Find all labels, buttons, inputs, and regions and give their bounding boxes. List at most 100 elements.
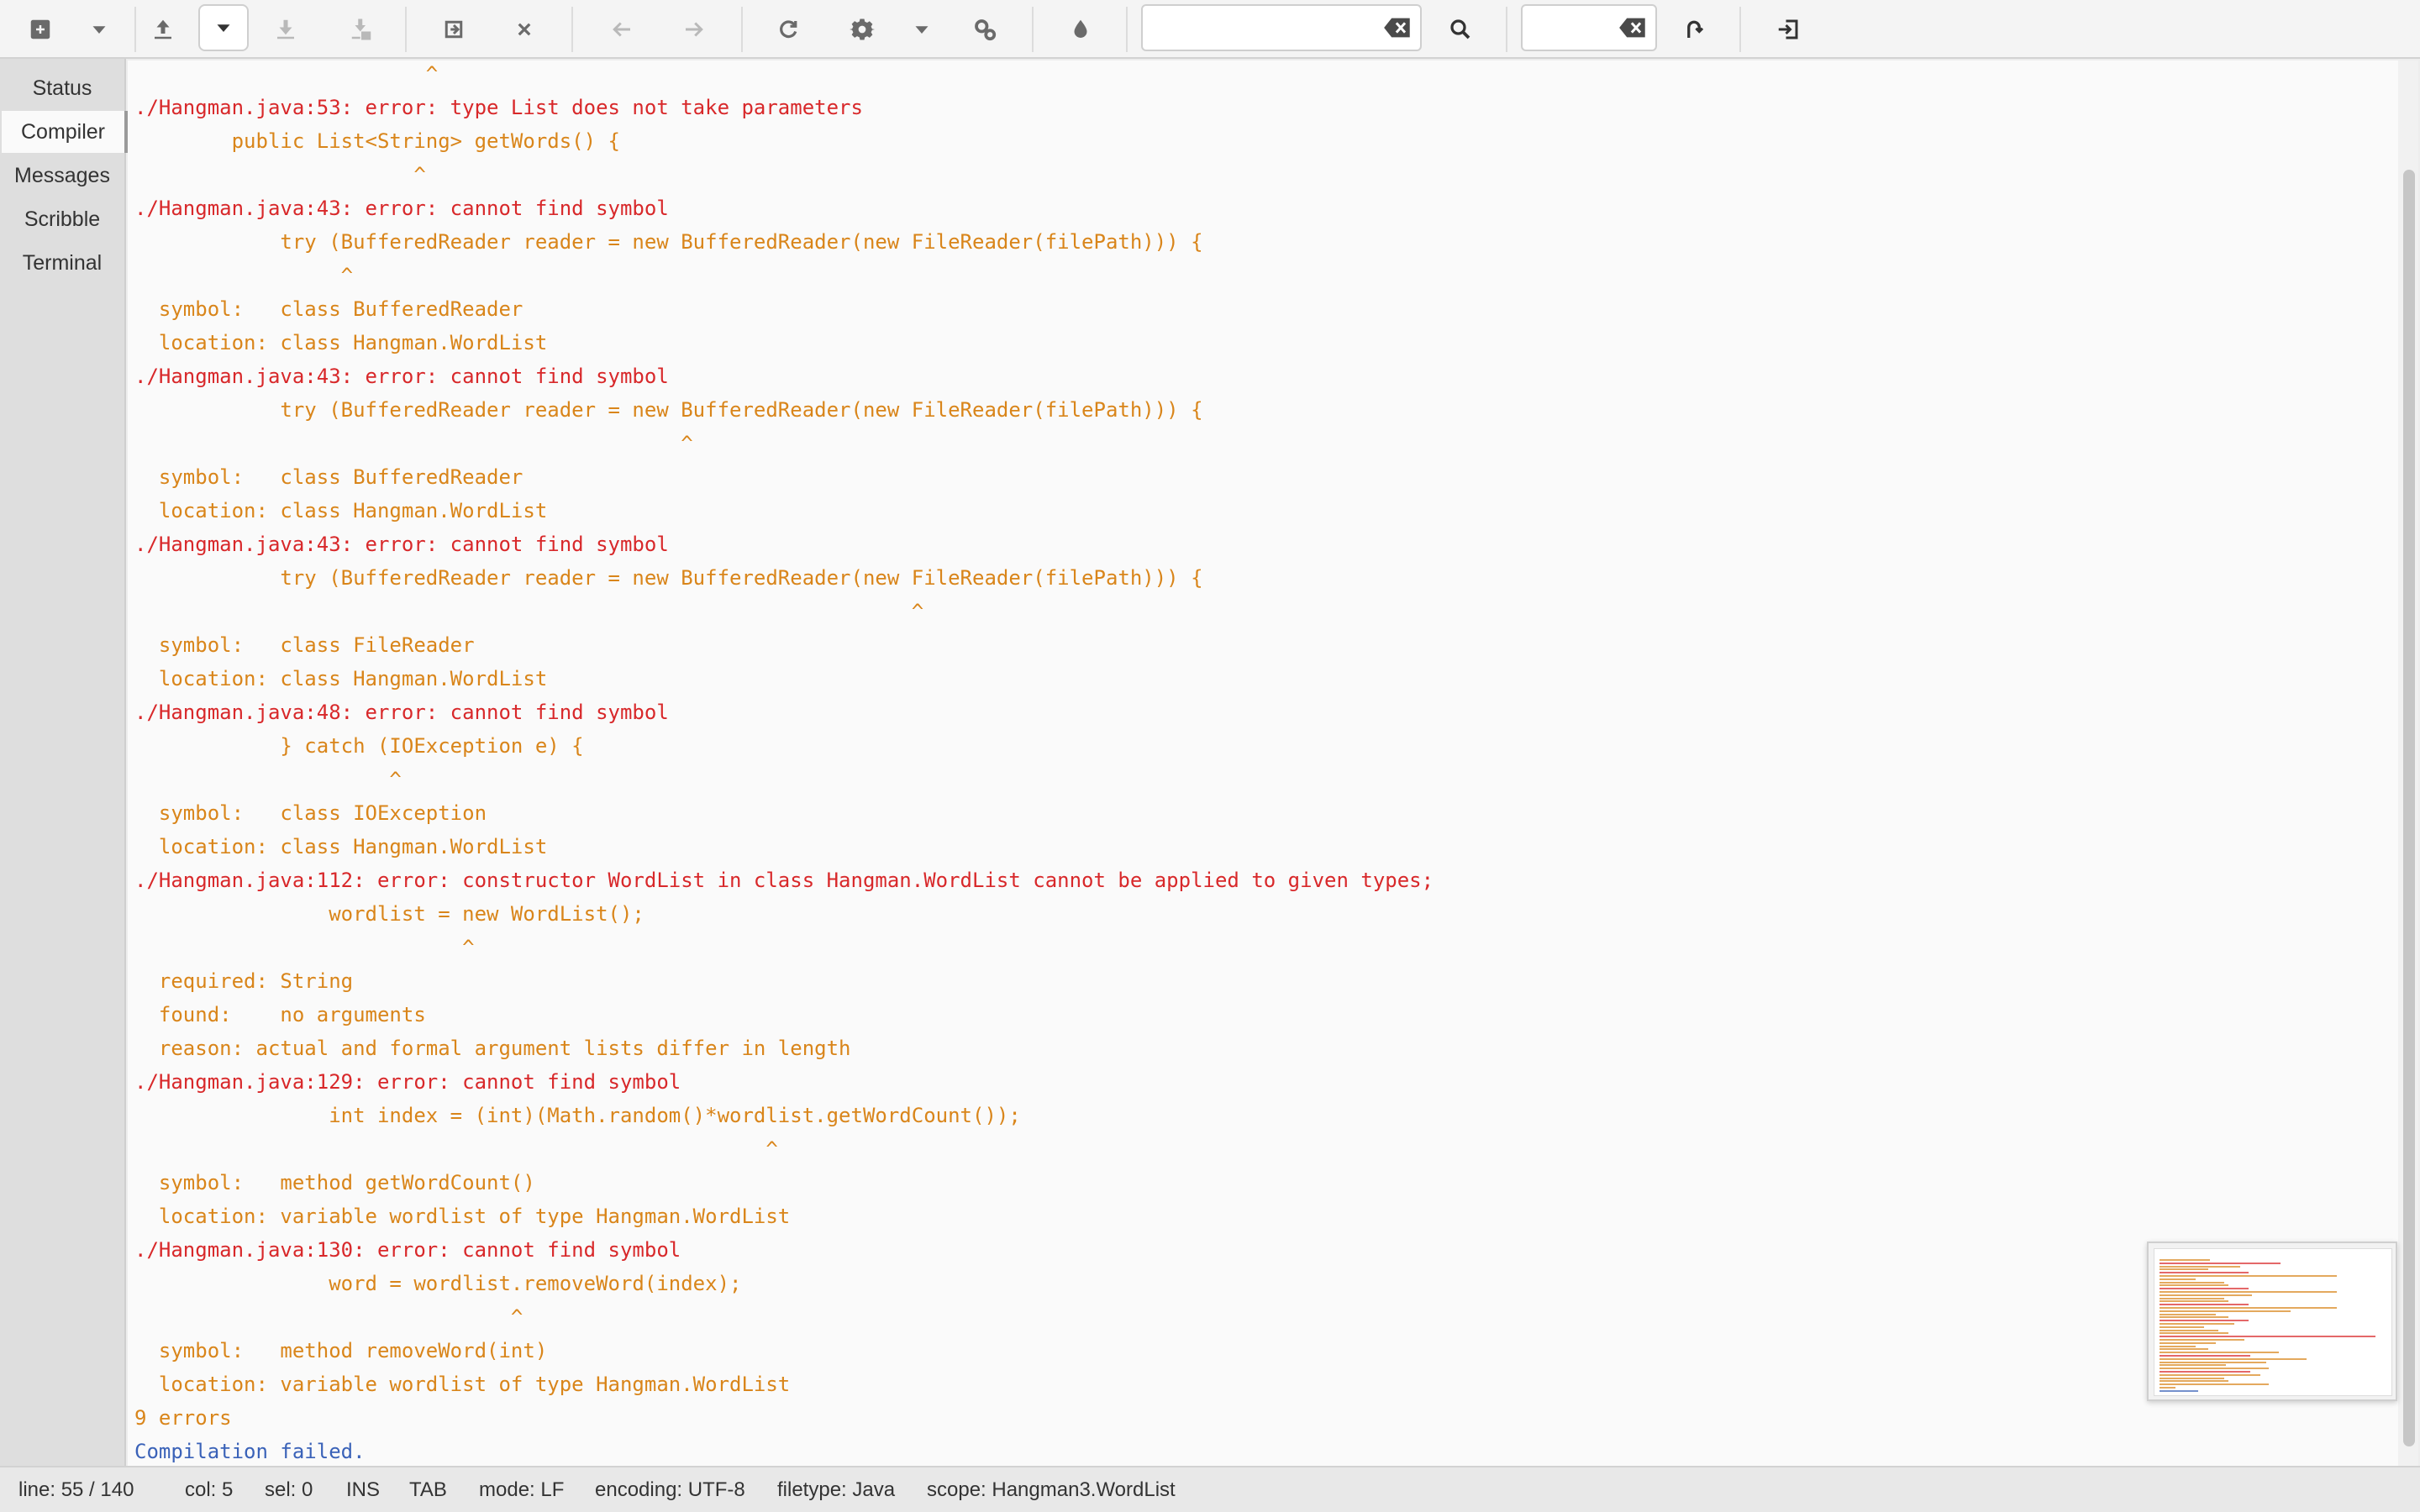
status-bar: line: 55 / 140 col: 5 sel: 0 INS TAB mod… xyxy=(0,1466,2420,1512)
new-file-icon[interactable] xyxy=(22,11,59,48)
vertical-scrollbar[interactable] xyxy=(2398,60,2418,1466)
forward-arrow-icon[interactable] xyxy=(676,11,713,48)
output-line: symbol: method getWordCount() xyxy=(134,1171,535,1194)
tab-status[interactable]: Status xyxy=(2,67,123,109)
dropdown-arrow-icon[interactable] xyxy=(81,11,118,48)
output-line: try (BufferedReader reader = new Buffere… xyxy=(134,230,1203,254)
gear-icon[interactable] xyxy=(844,11,881,48)
minimap-line xyxy=(2160,1357,2307,1360)
dropdown-arrow-icon xyxy=(205,9,242,46)
goto-line-field[interactable] xyxy=(1521,4,1657,51)
compiler-output[interactable]: ^ ./Hangman.java:53: error: type List doe… xyxy=(128,60,2418,1466)
reload-icon[interactable] xyxy=(770,11,807,48)
save-all-icon[interactable] xyxy=(343,11,380,48)
status-sel: sel: 0 xyxy=(265,1478,313,1501)
clear-search-icon[interactable] xyxy=(1383,16,1412,39)
minimap-line xyxy=(2160,1281,2224,1284)
toolbar-separator xyxy=(741,7,743,52)
output-line: symbol: class IOException xyxy=(134,801,487,825)
tab-messages[interactable]: Messages xyxy=(2,155,123,197)
minimap-line xyxy=(2160,1332,2228,1335)
output-line: ^ xyxy=(134,264,354,287)
search-input[interactable] xyxy=(1151,13,1373,45)
upload-icon[interactable] xyxy=(145,11,182,48)
minimap-line xyxy=(2160,1389,2198,1392)
minimap-line xyxy=(2160,1326,2204,1328)
revert-icon[interactable] xyxy=(435,11,472,48)
output-line: found: no arguments xyxy=(134,1003,426,1026)
minimap-line xyxy=(2160,1329,2218,1331)
clear-goto-icon[interactable] xyxy=(1618,16,1647,39)
minimap-line xyxy=(2160,1268,2208,1271)
tab-terminal[interactable]: Terminal xyxy=(2,242,123,284)
toolbar-separator xyxy=(1506,7,1507,52)
minimap-line xyxy=(2160,1284,2228,1287)
status-scope: scope: Hangman3.WordList xyxy=(927,1478,1176,1501)
minimap-preview[interactable] xyxy=(2147,1242,2397,1401)
tab-compiler[interactable]: Compiler xyxy=(2,111,128,153)
minimap-line xyxy=(2160,1316,2228,1319)
error-line: ./Hangman.java:130: error: cannot find s… xyxy=(134,1238,681,1262)
close-icon[interactable] xyxy=(506,11,543,48)
tab-scribble[interactable]: Scribble xyxy=(2,198,123,240)
status-col: col: 5 xyxy=(185,1478,234,1501)
minimap-line xyxy=(2160,1300,2228,1303)
minimap-line xyxy=(2160,1307,2338,1309)
output-line: wordlist = new WordList(); xyxy=(134,902,644,926)
status-ins: INS xyxy=(346,1478,381,1501)
minimap-line xyxy=(2160,1341,2217,1344)
output-line: location: class Hangman.WordList xyxy=(134,667,548,690)
build-icon[interactable] xyxy=(966,11,1003,48)
minimap-line xyxy=(2160,1259,2210,1261)
open-dropdown-button[interactable] xyxy=(198,4,249,51)
error-line: ./Hangman.java:112: error: constructor W… xyxy=(134,869,1434,892)
output-line: symbol: class BufferedReader xyxy=(134,297,523,321)
minimap-line xyxy=(2160,1339,2244,1341)
quit-icon[interactable] xyxy=(1770,11,1807,48)
error-line: ./Hangman.java:48: error: cannot find sy… xyxy=(134,701,669,724)
scrollbar-thumb[interactable] xyxy=(2403,170,2415,1446)
goto-line-input[interactable] xyxy=(1531,13,1610,45)
toolbar-separator xyxy=(1032,7,1034,52)
dropdown-arrow-icon[interactable] xyxy=(903,11,940,48)
search-icon[interactable] xyxy=(1442,11,1479,48)
minimap-line xyxy=(2160,1275,2338,1277)
output-line: ^ xyxy=(134,163,426,186)
toolbar-separator xyxy=(134,7,136,52)
status-mode: mode: LF xyxy=(479,1478,565,1501)
output-line: } catch (IOException e) { xyxy=(134,734,584,758)
search-field[interactable] xyxy=(1141,4,1422,51)
minimap-line xyxy=(2160,1320,2249,1322)
output-line: ^ xyxy=(134,768,402,791)
download-icon[interactable] xyxy=(267,11,304,48)
minimap-line xyxy=(2160,1288,2249,1290)
jump-icon[interactable] xyxy=(1676,11,1712,48)
output-line: public List<String> getWords() { xyxy=(134,129,620,153)
output-line: symbol: class FileReader xyxy=(134,633,475,657)
back-arrow-icon[interactable] xyxy=(603,11,640,48)
output-line: try (BufferedReader reader = new Buffere… xyxy=(134,398,1203,422)
output-line: location: variable wordlist of type Hang… xyxy=(134,1205,791,1228)
output-line: required: String xyxy=(134,969,354,993)
output-line: symbol: method removeWord(int) xyxy=(134,1339,548,1362)
output-line: ^ xyxy=(134,62,439,86)
minimap-line xyxy=(2160,1355,2250,1357)
output-line: ^ xyxy=(134,600,924,623)
minimap-line xyxy=(2160,1304,2249,1306)
toolbar-separator xyxy=(1739,7,1741,52)
minimap-line xyxy=(2160,1348,2208,1351)
minimap-line xyxy=(2160,1380,2228,1383)
error-line: ./Hangman.java:129: error: cannot find s… xyxy=(134,1070,681,1094)
minimap-line xyxy=(2160,1352,2279,1354)
minimap-line xyxy=(2160,1265,2240,1268)
color-drop-icon[interactable] xyxy=(1062,11,1099,48)
output-line: 9 errors xyxy=(134,1406,232,1430)
minimap-line xyxy=(2160,1361,2267,1363)
error-line: ./Hangman.java:53: error: type List does… xyxy=(134,96,863,119)
error-line: ./Hangman.java:43: error: cannot find sy… xyxy=(134,533,669,556)
output-line: word = wordlist.removeWord(index); xyxy=(134,1272,742,1295)
error-line: ./Hangman.java:43: error: cannot find sy… xyxy=(134,365,669,388)
output-line: location: class Hangman.WordList xyxy=(134,835,548,858)
minimap-line xyxy=(2160,1336,2375,1338)
minimap-line xyxy=(2160,1373,2260,1376)
